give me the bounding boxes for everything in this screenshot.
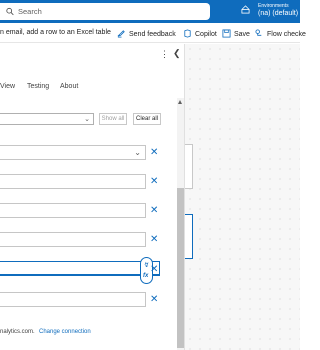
- close-icon[interactable]: ✕: [150, 177, 158, 187]
- save-label: Save: [234, 31, 250, 38]
- panel-scrollbar[interactable]: [177, 98, 184, 350]
- connection-info: nalytics.com.: [0, 329, 35, 335]
- copilot-button[interactable]: Copilot: [183, 29, 217, 38]
- chevron-down-icon: ⌄: [134, 148, 141, 157]
- parameter-field[interactable]: [0, 174, 146, 189]
- save-button[interactable]: Save: [222, 29, 250, 38]
- action-card[interactable]: [185, 144, 193, 189]
- change-connection-link[interactable]: Change connection: [39, 329, 91, 335]
- close-icon[interactable]: ✕: [150, 235, 158, 245]
- scroll-up-icon[interactable]: [178, 100, 182, 104]
- tab-testing[interactable]: Testing: [27, 83, 49, 90]
- scroll-thumb[interactable]: [177, 188, 184, 348]
- search-box[interactable]: Search: [0, 3, 210, 20]
- environment-picker[interactable]: (na) (default): [258, 10, 298, 17]
- tab-about[interactable]: About: [60, 83, 78, 90]
- flow-checker-button[interactable]: Flow checke: [255, 29, 306, 38]
- search-input[interactable]: Search: [18, 7, 42, 16]
- send-feedback-button[interactable]: Send feedback: [117, 29, 176, 38]
- parameter-field[interactable]: [0, 203, 146, 218]
- lightning-icon[interactable]: ↯: [143, 261, 149, 269]
- command-bar: n email, add a row to an Excel table Sen…: [0, 23, 306, 43]
- clear-all-button[interactable]: Clear all: [133, 113, 161, 125]
- flow-title: n email, add a row to an Excel table: [0, 29, 111, 36]
- parameter-field[interactable]: [0, 292, 146, 307]
- action-card-selected[interactable]: [185, 214, 193, 259]
- fx-icon[interactable]: fx: [143, 273, 148, 279]
- copilot-icon: [184, 29, 191, 38]
- filter-dropdown[interactable]: ⌄: [0, 113, 94, 125]
- close-icon[interactable]: ✕: [150, 295, 158, 305]
- chevron-down-icon: ⌄: [84, 116, 90, 123]
- chevron-left-icon[interactable]: ❮: [173, 48, 181, 59]
- close-icon[interactable]: ✕: [150, 265, 158, 275]
- globe-icon: [241, 5, 250, 14]
- copilot-label: Copilot: [195, 31, 217, 38]
- send-feedback-label: Send feedback: [129, 31, 176, 38]
- flow-canvas[interactable]: [185, 44, 300, 350]
- search-icon: [6, 7, 14, 16]
- top-bar: Search Environments (na) (default): [0, 0, 300, 23]
- more-vertical-icon[interactable]: ⋮: [160, 49, 169, 59]
- parameter-field[interactable]: [0, 232, 146, 247]
- parameter-field-active[interactable]: [0, 261, 160, 276]
- feedback-icon: [117, 30, 125, 38]
- flow-checker-icon: [255, 29, 262, 36]
- save-icon: [222, 29, 231, 38]
- close-icon[interactable]: ✕: [150, 206, 158, 216]
- close-icon[interactable]: ✕: [150, 148, 158, 158]
- show-all-button[interactable]: Show all: [99, 113, 127, 125]
- environment-label: Environments: [258, 3, 289, 9]
- tab-view[interactable]: View: [0, 83, 15, 90]
- flow-checker-label: Flow checke: [267, 31, 306, 38]
- parameter-select[interactable]: ⌄: [0, 145, 146, 160]
